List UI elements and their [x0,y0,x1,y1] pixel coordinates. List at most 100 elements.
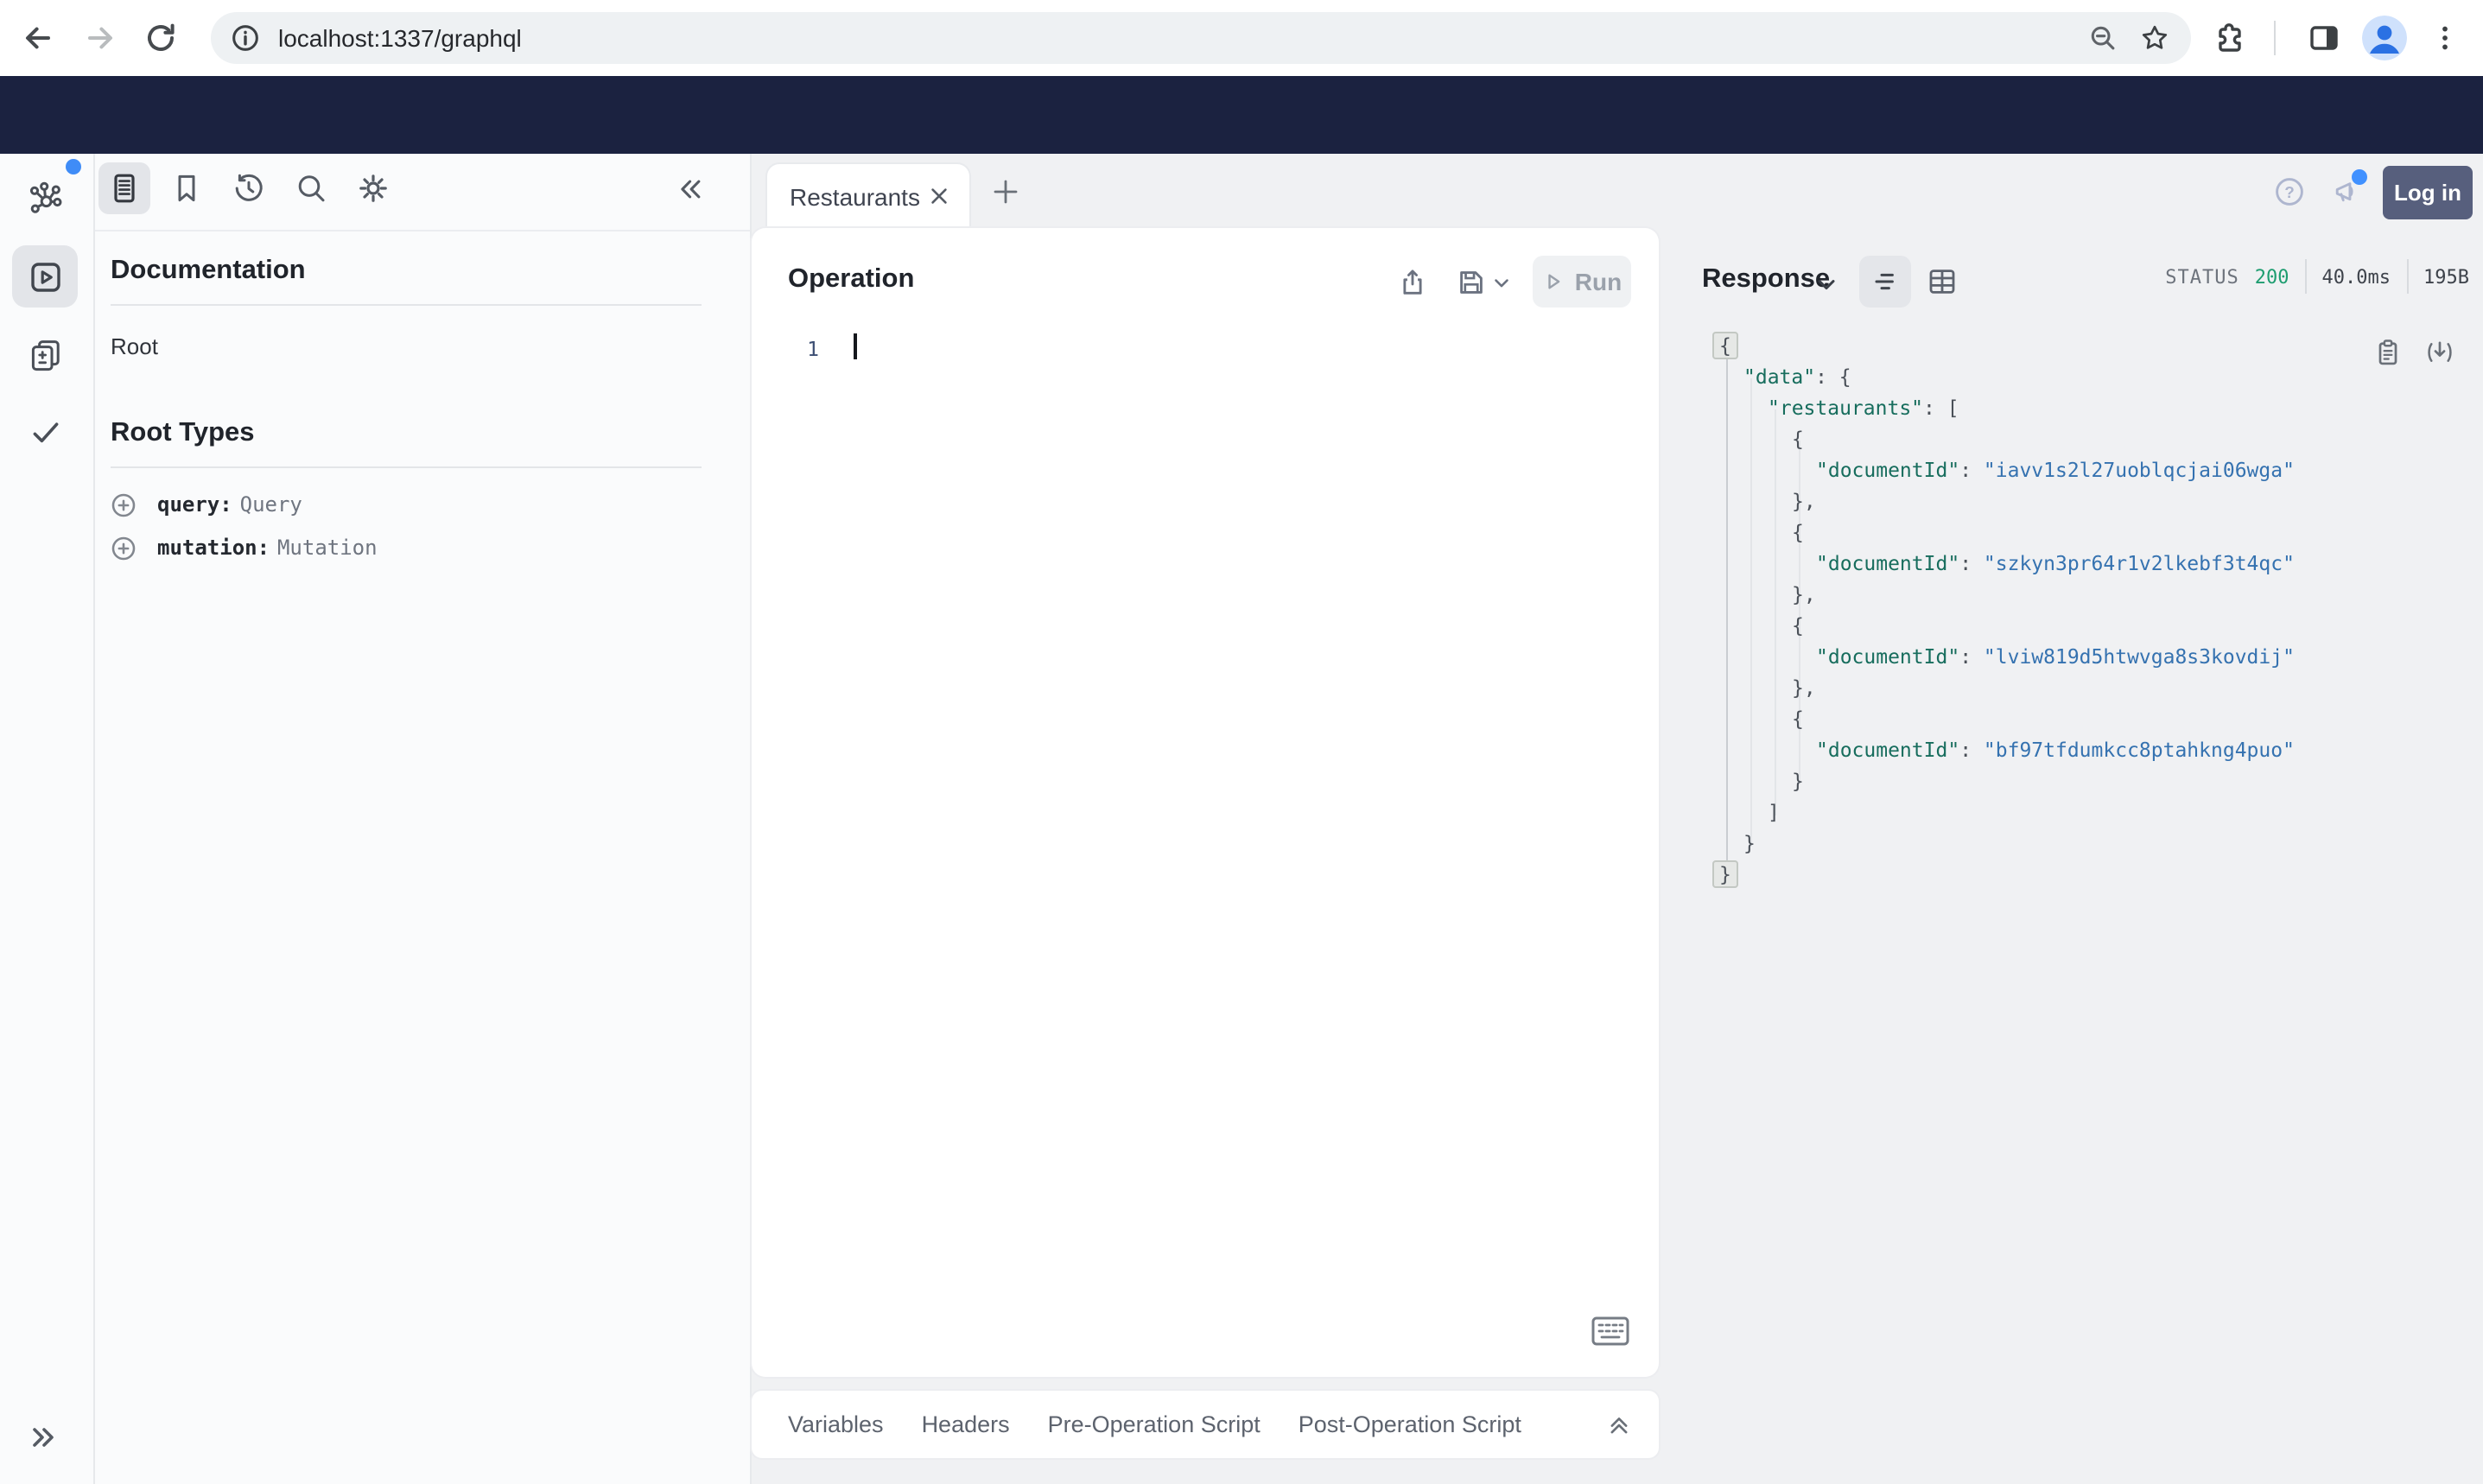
url-text[interactable]: localhost:1337/graphql [278,24,2087,52]
response-json-line: { [1792,613,1804,637]
browser-menu-button[interactable] [2424,17,2466,59]
rail-expand-button[interactable] [26,1420,60,1455]
login-button[interactable]: Log in [2383,166,2473,219]
tab-headers[interactable]: Headers [922,1411,1010,1437]
toolbar-divider [2274,21,2276,55]
rail-notification-dot [66,159,81,174]
extensions-button[interactable] [2208,17,2250,59]
response-json-line: { [1792,520,1804,544]
response-json-line: "documentId": "lviw819d5htwvga8s3kovdij" [1816,644,2295,669]
root-type-query-row[interactable]: query: Query [111,489,302,520]
response-json-line: "data": { [1743,365,1851,389]
side-panel-button[interactable] [2303,17,2345,59]
docs-title-rule [111,304,702,306]
docs-tool-bookmarks[interactable] [169,171,204,206]
docs-icon [107,171,142,206]
circle-plus-icon[interactable] [111,491,137,517]
zoom-out-icon[interactable] [2087,22,2118,54]
back-icon [21,21,55,55]
reload-icon [143,21,178,55]
tab-label[interactable]: Restaurants [790,182,928,210]
response-json-line: }, [1792,675,1816,700]
tab-variables[interactable]: Variables [788,1411,884,1437]
download-response-button[interactable] [2424,337,2455,368]
root-type-mutation-row[interactable]: mutation: Mutation [111,532,378,563]
response-json[interactable]: { "data": { "restaurants": [ { "documentId":… [1712,330,2295,890]
browser-toolbar: localhost:1337/graphql [0,0,2483,78]
response-json-line: "documentId": "bf97tfdumkcc8ptahkng4puo" [1816,738,2295,762]
response-json-line: { [1792,707,1804,731]
forward-button[interactable] [79,17,121,59]
collapse-left-icon [674,173,707,206]
star-icon[interactable] [2139,22,2170,54]
response-json-line: } [1712,859,2295,890]
response-duration: 40.0ms [2321,265,2391,288]
info-icon[interactable] [230,22,261,54]
status-label: STATUS [2165,265,2239,288]
response-json-line: "restaurants": [ [1768,396,1959,420]
keyboard-shortcuts-button[interactable] [1591,1316,1629,1346]
collapse-up-icon[interactable] [1603,1409,1635,1440]
download-icon [2424,337,2455,368]
forward-icon [83,21,117,55]
profile-avatar[interactable] [2362,16,2407,60]
documentation-panel [95,154,752,1484]
response-json-line: "documentId": "szkyn3pr64r1v2lkebf3t4qc" [1816,551,2295,575]
response-json-line: ] [1768,800,1780,824]
docs-tool-history[interactable] [232,171,266,206]
tab-restaurants[interactable]: Restaurants [765,162,971,228]
response-meta: STATUS 200 40.0ms 195B [0,259,2469,294]
response-json-line: }, [1792,582,1816,606]
response-json-line: } [1792,769,1804,793]
docs-tool-settings[interactable] [356,171,391,206]
add-tab-button[interactable] [992,178,1019,206]
menu-kebab-icon [2429,22,2461,54]
root-types-title: Root Types [111,418,255,447]
status-code: 200 [2254,265,2289,288]
side-panel-icon [2307,21,2341,55]
back-button[interactable] [17,17,59,59]
root-type-name[interactable]: Mutation [277,536,378,560]
expand-right-icon [26,1420,60,1455]
apollo-sandbox-app: localhost:1337/graphql A SANDBOX [0,0,2483,1484]
bookmark-icon [169,171,204,206]
checks-icon [28,415,64,451]
operation-bottom-bar: Variables Headers Pre-Operation Script P… [752,1391,1659,1458]
help-button[interactable]: ? [2274,176,2305,207]
root-type-field[interactable]: mutation: [157,536,270,560]
docs-root-link[interactable]: Root [111,333,158,359]
extensions-icon [2212,21,2246,55]
tab-post-operation-script[interactable]: Post-Operation Script [1299,1411,1521,1437]
docs-tool-search[interactable] [294,171,328,206]
docs-tool-documentation[interactable] [107,171,142,206]
response-json-line: "documentId": "iavv1s2l27uoblqcjai06wga" [1816,458,2295,482]
operation-editor[interactable] [795,325,1638,1353]
settings-gear-icon [356,171,391,206]
search-icon [294,171,328,206]
graph-icon [28,181,64,218]
root-types-rule [111,466,702,468]
root-type-name[interactable]: Query [240,492,302,517]
meta-divider [2304,259,2307,294]
history-icon [232,171,266,206]
response-json-line: { [1792,427,1804,451]
response-json-line: { [1712,330,2295,361]
apollo-header: A SANDBOX http://localhost:1337/gra... P… [0,76,2483,219]
response-json-line: } [1743,831,1756,855]
copy-icon [2372,337,2404,368]
root-type-field[interactable]: query: [157,492,232,517]
circle-plus-icon[interactable] [111,535,137,561]
svg-text:?: ? [2284,184,2295,202]
response-json-line: }, [1792,489,1816,513]
rail-item-collections[interactable] [28,337,64,373]
rail-item-checks[interactable] [28,415,64,451]
tab-pre-operation-script[interactable]: Pre-Operation Script [1048,1411,1261,1437]
help-icon: ? [2274,176,2305,207]
notification-dot [2352,169,2367,185]
docs-collapse-button[interactable] [674,173,707,206]
reload-button[interactable] [140,17,181,59]
copy-response-button[interactable] [2372,337,2404,368]
close-icon[interactable] [928,185,950,207]
rail-item-schema[interactable] [28,181,64,218]
address-bar[interactable]: localhost:1337/graphql [211,12,2191,64]
